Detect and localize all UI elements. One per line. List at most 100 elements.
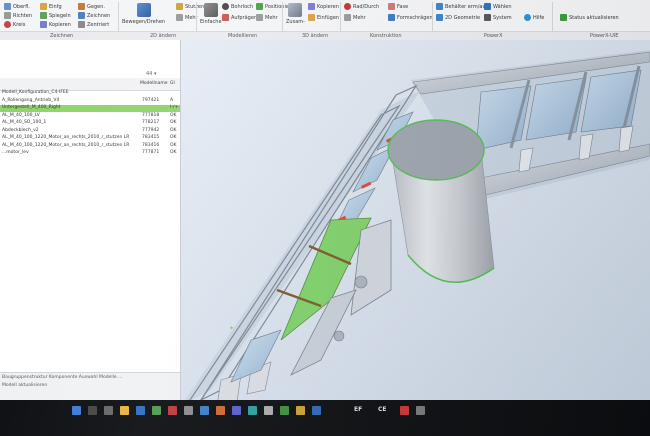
tree-row[interactable]: A_Rollengang_Antrieb_V4 797421 A (0, 98, 180, 105)
formschraegen-label: Formschrägen (397, 14, 433, 21)
app-icon[interactable] (232, 406, 241, 415)
einfuegen-button[interactable]: Einfügen (308, 14, 339, 21)
app-icon[interactable] (280, 406, 289, 415)
column-header-short: Gl (170, 81, 175, 86)
mehr-label-2: Mehr (265, 14, 278, 21)
draft-icon (388, 14, 395, 21)
tree-row[interactable]: Abdeckblech_v2 777942 OK (0, 128, 180, 135)
app-icon[interactable] (312, 406, 321, 415)
panel-filter-dropdown[interactable]: 44 ▾ (146, 71, 156, 77)
fase-button[interactable]: Fase (388, 3, 408, 10)
zusammen-label: Zusam- (286, 19, 305, 25)
gegen-button[interactable]: Gegen. (78, 3, 105, 10)
einfache-button[interactable]: Einfache (200, 3, 222, 25)
ribbon-separator (340, 2, 341, 32)
system-label: System (493, 14, 512, 21)
counter-icon (78, 3, 85, 10)
aufpraegen-button[interactable]: Aufprägen (222, 14, 257, 21)
ribbon-separator (196, 2, 197, 32)
tree-row-status: OK (170, 150, 177, 155)
windows-start-icon[interactable] (72, 406, 81, 415)
app-icon[interactable] (184, 406, 193, 415)
copy-icon (40, 21, 47, 28)
taskbar-label-ce[interactable]: CE (378, 406, 387, 413)
group-label-powerx: PowerX (484, 33, 503, 39)
radius-icon (344, 3, 351, 10)
einfuegen-label: Einfügen (317, 14, 340, 21)
ribbon-separator (282, 2, 283, 32)
tree-row-status: I-/+ (170, 105, 179, 110)
tree-row[interactable]: Modell_Konfiguration_C4-IFEE (0, 90, 180, 97)
kreis-button[interactable]: Kreis (4, 21, 25, 28)
tree-row[interactable]: ...motor_lev 777871 OK (0, 150, 180, 157)
spiegeln-button[interactable]: Spiegeln (40, 12, 71, 19)
tree-row[interactable]: AL_M_40_SO_100_1 778217 OK (0, 120, 180, 127)
app-icon[interactable] (152, 406, 161, 415)
hilfe-button[interactable]: Hilfe (524, 14, 544, 21)
file-explorer-icon[interactable] (120, 406, 129, 415)
app-icon[interactable] (264, 406, 273, 415)
kopieren-label: Kopieren (49, 21, 71, 28)
mail-icon[interactable] (136, 406, 145, 415)
einfuegen-small-button[interactable]: Einfg (40, 3, 62, 10)
zd-geometrie-button[interactable]: 2D Geometrie (436, 14, 480, 21)
kopieren-button[interactable]: Kopieren (40, 21, 71, 28)
hole-icon (222, 3, 229, 10)
bohrloch-button[interactable]: Bohrloch (222, 3, 253, 10)
tree-row-number: 783415 (142, 135, 160, 140)
help-icon (524, 14, 531, 21)
taskbar-label-ef[interactable]: EF (354, 406, 362, 413)
oberflaeche-button[interactable]: Oberfl. (4, 3, 30, 10)
status-text-2: Modell aktualisieren (2, 383, 48, 388)
app-icon[interactable] (416, 406, 425, 415)
kreis-label: Kreis (13, 21, 26, 28)
mehr-button-3[interactable]: Mehr (344, 14, 366, 21)
more-icon (344, 14, 351, 21)
tree-row-status: OK (170, 142, 177, 148)
waehlen-button[interactable]: Wählen (484, 3, 512, 10)
zeichnen-button[interactable]: Zeichnen (78, 12, 110, 19)
zusammen-button[interactable]: Zusam- (286, 3, 305, 25)
3d-model-canvas: ✦ (181, 40, 650, 408)
app-icon[interactable] (200, 406, 209, 415)
ribbon-separator (432, 2, 433, 32)
app-icon[interactable] (296, 406, 305, 415)
cad-3d-viewport[interactable]: ✦ (181, 40, 650, 408)
tree-row-name: Modell_Konfiguration_C4-IFEE (2, 90, 69, 95)
mehr-button-2[interactable]: Mehr (256, 14, 278, 21)
ribbon-toolbar: Oberfl. Richten Kreis Einfg Spiegeln Kop… (0, 0, 650, 41)
tree-row-name: ...motor_lev (2, 150, 29, 155)
richten-button[interactable]: Richten (4, 12, 32, 19)
rad-durch-button[interactable]: Rad/Durch (344, 3, 379, 10)
app-icon[interactable] (248, 406, 257, 415)
system-button[interactable]: System (484, 14, 512, 21)
tree-row-status: OK (170, 135, 177, 140)
panel-filter-label: 44 ▾ (146, 71, 157, 77)
app-icon[interactable] (168, 406, 177, 415)
copy-icon (308, 3, 315, 10)
task-view-icon[interactable] (104, 406, 113, 415)
tree-row[interactable]: AL_M_40_100_LV 777818 OK (0, 113, 180, 120)
status-aktualisieren-button[interactable]: Status aktualisieren (560, 14, 619, 21)
tree-row[interactable]: Untergestell_M_400_Right I-/+ (0, 105, 180, 112)
group-label-3d-aendern: 3D ändern (302, 33, 329, 39)
kopieren2-button[interactable]: Kopieren (308, 3, 339, 10)
app-icon[interactable] (216, 406, 225, 415)
tree-row[interactable]: AL_M_40_100_1220_Motor_an_rechts_2010_r_… (0, 135, 180, 142)
einfg-label: Einfg (49, 3, 62, 10)
spiegeln-label: Spiegeln (49, 12, 71, 19)
bewegen-drehen-button[interactable]: Bewegen/Drehen (122, 3, 165, 25)
zentriert-button[interactable]: Zentriert (78, 21, 109, 28)
richten-label: Richten (13, 12, 32, 19)
tree-row[interactable]: AL_M_40_100_1220_Motor_an_rechts_2010_r_… (0, 143, 180, 150)
group-label-konstruktion: Konstruktion (370, 33, 402, 39)
emboss-icon (222, 14, 229, 21)
formschraegen-button[interactable]: Formschrägen (388, 14, 433, 21)
mehr-button-1[interactable]: Mehr (176, 14, 198, 21)
search-icon[interactable] (88, 406, 97, 415)
app-icon[interactable] (400, 406, 409, 415)
group-label-2d-aendern: 2D ändern (150, 33, 177, 39)
tree-row-name: AL_M_40_SO_100_1 (2, 120, 47, 125)
extrude-icon (203, 3, 218, 17)
behaelter-button[interactable]: Behälter erm/aus (436, 3, 488, 10)
